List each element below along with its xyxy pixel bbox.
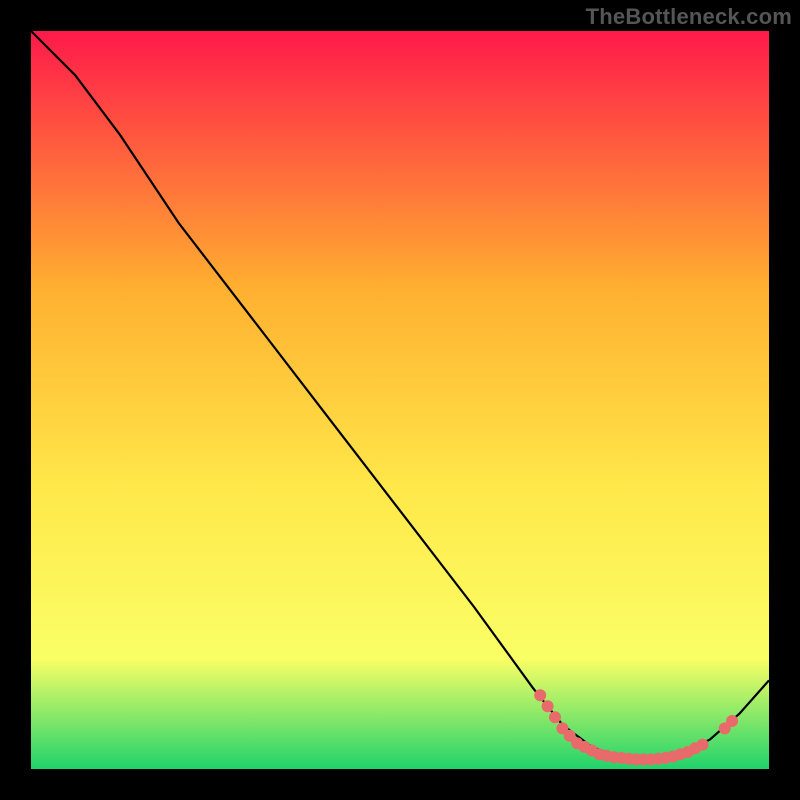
chart-background-gradient	[31, 31, 769, 769]
chart-plot-area	[31, 31, 769, 769]
chart-dot	[697, 739, 709, 751]
chart-dot	[542, 700, 554, 712]
chart-dot	[534, 689, 546, 701]
chart-dot	[726, 715, 738, 727]
chart-dot	[549, 711, 561, 723]
watermark-text: TheBottleneck.com	[586, 4, 792, 30]
chart-frame: TheBottleneck.com	[0, 0, 800, 800]
chart-svg	[31, 31, 769, 769]
